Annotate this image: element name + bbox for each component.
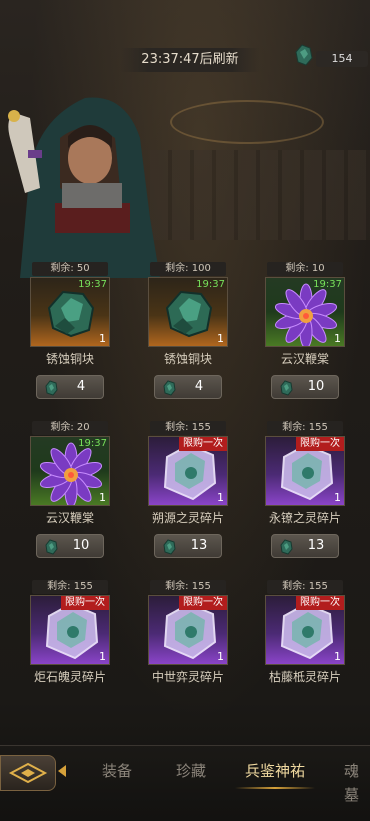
bronze-ore-icon bbox=[280, 380, 293, 396]
shop-item-card[interactable]: 剩余: 155 限购一次 1 中世弈灵碎片 bbox=[142, 580, 234, 728]
item-quantity: 1 bbox=[99, 491, 106, 504]
nav-scroll-left-icon[interactable] bbox=[58, 765, 66, 777]
shop-item-card[interactable]: 剩余: 155 限购一次 1 枯藤柢灵碎片 bbox=[259, 580, 351, 728]
shop-item-card[interactable]: 剩余: 50 19:37 1 锈蚀铜块 4 bbox=[24, 262, 116, 410]
shop-item-card[interactable]: 剩余: 155 限购一次 1 炬石魄灵碎片 bbox=[24, 580, 116, 728]
shop-item-card[interactable]: 剩余: 100 19:37 1 锈蚀铜块 4 bbox=[142, 262, 234, 410]
item-name: 云汉鞭棠 bbox=[45, 511, 94, 525]
shop-item-card[interactable]: 剩余: 155 限购一次 1 永镣之灵碎片 13 bbox=[259, 421, 351, 569]
item-stock-remaining: 剩余: 100 bbox=[150, 262, 226, 276]
item-stock-remaining: 剩余: 155 bbox=[150, 580, 226, 594]
item-timer: 19:37 bbox=[78, 438, 107, 449]
item-frame[interactable]: 19:37 1 bbox=[30, 436, 110, 506]
purchase-limit-badge: 限购一次 bbox=[296, 596, 344, 610]
item-name: 永镣之灵碎片 bbox=[268, 511, 341, 525]
item-timer: 19:37 bbox=[196, 279, 225, 290]
item-name: 枯藤柢灵碎片 bbox=[268, 670, 341, 684]
shop-item-card[interactable]: 剩余: 155 限购一次 1 朔源之灵碎片 13 bbox=[142, 421, 234, 569]
item-frame[interactable]: 19:37 1 bbox=[30, 277, 110, 347]
purchase-limit-badge: 限购一次 bbox=[179, 437, 227, 451]
item-stock-remaining: 剩余: 10 bbox=[267, 262, 343, 276]
item-name: 锈蚀铜块 bbox=[45, 352, 94, 366]
item-price: 13 bbox=[307, 538, 325, 553]
item-timer: 19:37 bbox=[313, 279, 342, 290]
purchase-limit-badge: 限购一次 bbox=[61, 596, 109, 610]
item-price: 10 bbox=[307, 379, 325, 394]
buy-button[interactable]: 13 bbox=[271, 534, 339, 558]
currency-display: 154 bbox=[292, 44, 370, 70]
item-quantity: 1 bbox=[334, 332, 341, 345]
tab-soul-tomb[interactable]: 魂墓 bbox=[344, 759, 370, 804]
shop-item-card[interactable]: 剩余: 10 19:37 1 云汉鞭棠 10 bbox=[259, 262, 351, 410]
item-name: 炬石魄灵碎片 bbox=[33, 670, 106, 684]
item-frame[interactable]: 19:37 1 bbox=[148, 277, 228, 347]
item-quantity: 1 bbox=[334, 491, 341, 504]
tab-equipment[interactable]: 装备 bbox=[102, 759, 132, 783]
tab-collection[interactable]: 珍藏 bbox=[176, 759, 206, 783]
item-frame[interactable]: 限购一次 1 bbox=[148, 436, 228, 506]
item-frame[interactable]: 限购一次 1 bbox=[148, 595, 228, 665]
bronze-ore-icon bbox=[295, 44, 313, 66]
bronze-ore-icon bbox=[45, 380, 58, 396]
item-frame[interactable]: 限购一次 1 bbox=[265, 436, 345, 506]
nav-divider bbox=[0, 745, 370, 746]
item-quantity: 1 bbox=[217, 332, 224, 345]
item-stock-remaining: 剩余: 155 bbox=[267, 580, 343, 594]
currency-amount: 154 bbox=[316, 51, 368, 67]
bronze-ore-icon bbox=[280, 539, 293, 555]
item-price: 10 bbox=[72, 538, 90, 553]
item-quantity: 1 bbox=[217, 491, 224, 504]
item-name: 朔源之灵碎片 bbox=[151, 511, 224, 525]
diamond-arrow-icon bbox=[8, 762, 48, 784]
item-quantity: 1 bbox=[217, 650, 224, 663]
buy-button[interactable]: 4 bbox=[36, 375, 104, 399]
hanging-lamp-decoration bbox=[170, 100, 324, 144]
item-quantity: 1 bbox=[99, 650, 106, 663]
item-stock-remaining: 剩余: 155 bbox=[267, 421, 343, 435]
tab-divine-blessing[interactable]: 兵鉴神祐 bbox=[234, 759, 316, 789]
bronze-ore-icon bbox=[45, 539, 58, 555]
buy-button[interactable]: 4 bbox=[154, 375, 222, 399]
item-quantity: 1 bbox=[334, 650, 341, 663]
item-stock-remaining: 剩余: 155 bbox=[150, 421, 226, 435]
refresh-timer: 23:37:47后刷新 bbox=[120, 48, 260, 72]
item-price: 4 bbox=[194, 379, 204, 394]
item-stock-remaining: 剩余: 155 bbox=[32, 580, 108, 594]
item-price: 4 bbox=[76, 379, 86, 394]
item-frame[interactable]: 限购一次 1 bbox=[265, 595, 345, 665]
item-stock-remaining: 剩余: 50 bbox=[32, 262, 108, 276]
item-price: 13 bbox=[190, 538, 208, 553]
shop-shelf-backdrop bbox=[150, 150, 370, 240]
purchase-limit-badge: 限购一次 bbox=[179, 596, 227, 610]
purchase-limit-badge: 限购一次 bbox=[296, 437, 344, 451]
item-name: 云汉鞭棠 bbox=[280, 352, 329, 366]
item-stock-remaining: 剩余: 20 bbox=[32, 421, 108, 435]
item-frame[interactable]: 19:37 1 bbox=[265, 277, 345, 347]
buy-button[interactable]: 13 bbox=[154, 534, 222, 558]
item-quantity: 1 bbox=[99, 332, 106, 345]
shop-item-card[interactable]: 剩余: 20 19:37 1 云汉鞭棠 10 bbox=[24, 421, 116, 569]
back-button[interactable] bbox=[0, 755, 56, 791]
buy-button[interactable]: 10 bbox=[36, 534, 104, 558]
bottom-nav: 装备 珍藏 兵鉴神祐 魂墓 bbox=[0, 745, 370, 805]
item-name: 锈蚀铜块 bbox=[163, 352, 212, 366]
bronze-ore-icon bbox=[163, 539, 176, 555]
item-timer: 19:37 bbox=[78, 279, 107, 290]
merchant-character bbox=[8, 97, 160, 278]
buy-button[interactable]: 10 bbox=[271, 375, 339, 399]
item-name: 中世弈灵碎片 bbox=[151, 670, 224, 684]
bronze-ore-icon bbox=[163, 380, 176, 396]
item-frame[interactable]: 限购一次 1 bbox=[30, 595, 110, 665]
